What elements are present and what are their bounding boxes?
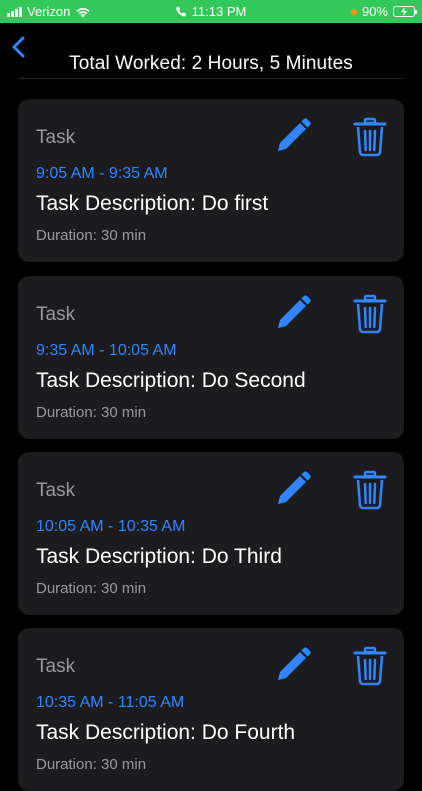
task-description: Task Description: Do Third bbox=[36, 545, 282, 568]
battery-charging-icon bbox=[393, 6, 417, 17]
task-card: Task 9:05 AM - 9:35 AM Task Description:… bbox=[18, 99, 404, 262]
trash-icon[interactable] bbox=[353, 294, 387, 334]
status-center: 11:13 PM bbox=[176, 4, 247, 19]
task-card: Task 9:35 AM - 10:05 AM Task Description… bbox=[18, 276, 404, 439]
trash-icon[interactable] bbox=[353, 646, 387, 686]
pencil-icon[interactable] bbox=[272, 117, 312, 157]
phone-icon bbox=[176, 6, 187, 17]
page-title: Total Worked: 2 Hours, 5 Minutes bbox=[69, 53, 353, 74]
task-time-range: 9:05 AM - 9:35 AM bbox=[36, 165, 168, 182]
task-heading: Task bbox=[36, 304, 76, 325]
task-duration: Duration: 30 min bbox=[36, 404, 147, 421]
wifi-icon bbox=[76, 7, 90, 17]
pencil-icon[interactable] bbox=[272, 294, 312, 334]
privacy-indicator-icon bbox=[350, 8, 357, 15]
task-time-range: 10:05 AM - 10:35 AM bbox=[36, 518, 186, 535]
task-description: Task Description: Do first bbox=[36, 192, 269, 215]
task-time-range: 9:35 AM - 10:05 AM bbox=[36, 342, 177, 359]
signal-icon bbox=[7, 6, 22, 17]
trash-icon[interactable] bbox=[353, 117, 387, 157]
header-divider bbox=[18, 78, 404, 79]
task-card: Task 10:05 AM - 10:35 AM Task Descriptio… bbox=[18, 452, 404, 615]
task-description: Task Description: Do Second bbox=[36, 369, 306, 392]
pencil-icon[interactable] bbox=[272, 470, 312, 510]
battery-percent: 90% bbox=[361, 4, 388, 19]
status-right: 90% bbox=[350, 4, 417, 19]
task-card: Task 10:35 AM - 11:05 AM Task Descriptio… bbox=[18, 628, 404, 791]
carrier-label: Verizon bbox=[27, 4, 71, 19]
task-duration: Duration: 30 min bbox=[36, 580, 147, 597]
task-duration: Duration: 30 min bbox=[36, 756, 147, 773]
clock-label: 11:13 PM bbox=[191, 4, 247, 19]
task-heading: Task bbox=[36, 656, 76, 677]
navigation-bar: Total Worked: 2 Hours, 5 Minutes bbox=[0, 23, 422, 79]
task-description: Task Description: Do Fourth bbox=[36, 721, 296, 744]
task-duration: Duration: 30 min bbox=[36, 227, 147, 244]
task-time-range: 10:35 AM - 11:05 AM bbox=[36, 694, 185, 711]
pencil-icon[interactable] bbox=[272, 646, 312, 686]
task-heading: Task bbox=[36, 127, 76, 148]
task-heading: Task bbox=[36, 480, 76, 501]
status-bar: Verizon 11:13 PM 90% bbox=[0, 0, 422, 23]
status-left: Verizon bbox=[7, 4, 91, 19]
trash-icon[interactable] bbox=[353, 470, 387, 510]
